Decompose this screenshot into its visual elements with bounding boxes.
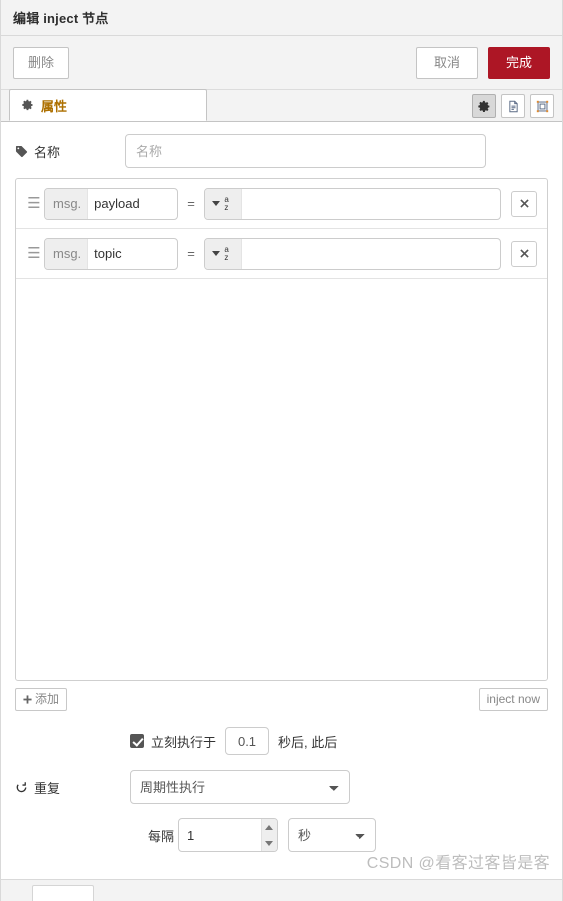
delay-suffix-label: 秒后, 此后 bbox=[278, 734, 338, 750]
close-icon bbox=[519, 199, 529, 208]
csdn-watermark: CSDN @看客过客皆是客 bbox=[366, 855, 550, 872]
close-icon bbox=[519, 249, 529, 258]
interval-row: 每隔 秒 bbox=[15, 818, 548, 852]
stepper-buttons bbox=[260, 819, 278, 851]
property-row: ☰ msg. = az bbox=[16, 229, 547, 279]
immediate-inject-row: 立刻执行于 秒后, 此后 bbox=[15, 727, 548, 755]
property-name-input[interactable] bbox=[88, 188, 177, 219]
name-label: 名称 bbox=[34, 144, 61, 160]
dialog-title: 编辑 inject 节点 bbox=[13, 11, 109, 26]
value-type-field: az bbox=[204, 237, 501, 270]
stepper-down-button[interactable] bbox=[262, 835, 277, 851]
stepper-up-button[interactable] bbox=[262, 819, 277, 835]
property-value-input[interactable] bbox=[241, 188, 500, 219]
drag-handle-icon[interactable]: ☰ bbox=[24, 246, 44, 261]
dialog-button-bar: 删除 取消 完成 bbox=[1, 36, 562, 90]
gear-icon bbox=[477, 100, 491, 113]
delete-button[interactable]: 删除 bbox=[13, 46, 70, 79]
tab-properties[interactable]: 属性 bbox=[9, 89, 207, 121]
property-value-input[interactable] bbox=[241, 238, 500, 269]
name-row: 名称 bbox=[15, 134, 548, 168]
equals-sign: = bbox=[187, 196, 195, 211]
tab-properties-label: 属性 bbox=[41, 98, 68, 114]
interval-stepper bbox=[178, 818, 279, 852]
msg-property-field[interactable]: msg. bbox=[44, 187, 178, 220]
msg-prefix-label: msg. bbox=[45, 238, 89, 269]
repeat-icon bbox=[15, 781, 28, 794]
interval-input[interactable] bbox=[179, 819, 261, 851]
property-row: ☰ msg. = az bbox=[16, 179, 547, 229]
delete-row-button[interactable] bbox=[511, 240, 537, 267]
az-string-icon: az bbox=[224, 244, 229, 262]
repeat-label: 重复 bbox=[34, 780, 61, 796]
add-property-label: 添加 bbox=[35, 692, 60, 706]
chevron-down-icon bbox=[212, 201, 221, 206]
tab-icon-group bbox=[472, 94, 554, 118]
done-button[interactable]: 完成 bbox=[488, 46, 550, 79]
caret-down-icon bbox=[265, 840, 274, 846]
name-label-group: 名称 bbox=[15, 142, 125, 161]
type-selector-button[interactable]: az bbox=[205, 238, 242, 269]
tag-icon bbox=[15, 145, 28, 158]
interval-label: 每隔 bbox=[148, 828, 175, 844]
repeat-label-group: 重复 bbox=[15, 778, 130, 797]
caret-up-icon bbox=[265, 824, 274, 830]
delete-row-button[interactable] bbox=[511, 190, 537, 217]
immediate-inject-label: 立刻执行于 bbox=[151, 734, 217, 750]
inject-now-button[interactable]: inject now bbox=[478, 687, 548, 711]
description-icon bbox=[507, 100, 520, 113]
plus-icon bbox=[23, 694, 32, 704]
repeat-mode-select[interactable]: 周期性执行 bbox=[130, 770, 350, 804]
dialog-titlebar: 编辑 inject 节点 bbox=[1, 0, 562, 36]
description-icon-button[interactable] bbox=[501, 94, 525, 118]
appearance-icon-button[interactable] bbox=[530, 94, 554, 118]
footer-tab-stub[interactable] bbox=[32, 885, 94, 901]
az-string-icon: az bbox=[224, 194, 229, 212]
appearance-icon bbox=[536, 100, 549, 113]
drag-handle-icon[interactable]: ☰ bbox=[24, 196, 44, 211]
inject-node-edit-dialog: 编辑 inject 节点 删除 取消 完成 属性 名称 名称 ☰ msg. pa… bbox=[0, 0, 563, 901]
gear-icon bbox=[22, 99, 34, 111]
list-footer: 添加 inject now bbox=[15, 687, 548, 711]
add-property-button[interactable]: 添加 bbox=[15, 687, 68, 711]
tab-bar: 属性 bbox=[1, 89, 562, 122]
msg-prefix-label: msg. bbox=[45, 188, 89, 219]
interval-unit-select[interactable]: 秒 bbox=[288, 818, 377, 852]
immediate-inject-checkbox[interactable] bbox=[130, 734, 144, 748]
cancel-button[interactable]: 取消 bbox=[416, 46, 478, 79]
name-input[interactable] bbox=[125, 134, 486, 168]
msg-property-field[interactable]: msg. bbox=[44, 237, 178, 270]
repeat-row: 重复 周期性执行 bbox=[15, 770, 548, 804]
type-selector-button[interactable]: az bbox=[205, 188, 242, 219]
delay-input[interactable] bbox=[225, 727, 270, 755]
chevron-down-icon bbox=[212, 251, 221, 256]
value-type-field: az bbox=[204, 187, 501, 220]
properties-list: ☰ msg. = az bbox=[15, 178, 548, 681]
properties-icon-button[interactable] bbox=[472, 94, 496, 118]
equals-sign: = bbox=[187, 246, 195, 261]
properties-panel: 名称 ☰ msg. = az bbox=[1, 122, 562, 852]
property-name-input[interactable] bbox=[88, 238, 177, 269]
